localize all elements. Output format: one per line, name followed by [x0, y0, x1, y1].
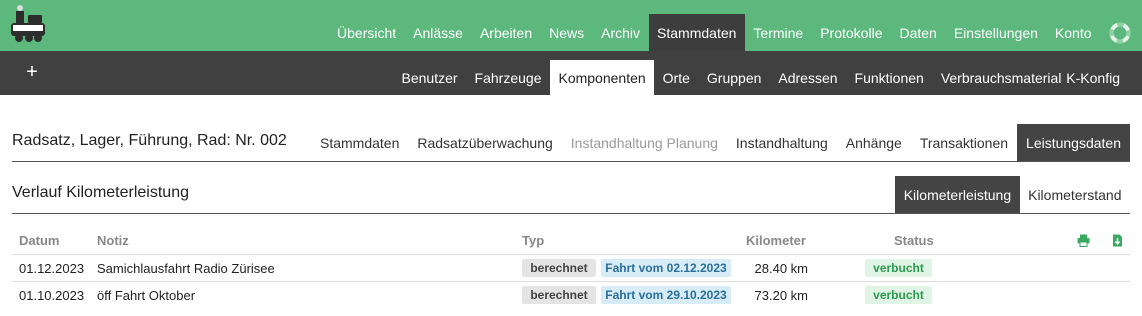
status-badge: verbucht — [865, 259, 932, 277]
plus-icon[interactable]: + — [24, 61, 40, 84]
nav-item-archiv[interactable]: Archiv — [593, 14, 649, 51]
type-badge: berechnet — [522, 259, 596, 277]
table-row[interactable]: 01.12.2023 Samichlausfahrt Radio Zürisee b… — [12, 254, 1130, 282]
nav-item-einstellungen[interactable]: Einstellungen — [945, 14, 1046, 51]
subnav-item-komponenten[interactable]: Komponenten — [549, 60, 655, 95]
table-header: Datum Notiz Typ Kilometer Status — [12, 226, 1130, 254]
download-icon[interactable] — [1111, 234, 1124, 247]
subnav-item-adressen[interactable]: Adressen — [770, 60, 846, 95]
nav-item-protokolle[interactable]: Protokolle — [812, 14, 891, 51]
trip-link[interactable]: Fahrt vom 02.12.2023 — [601, 259, 731, 277]
record-tabs: Stammdaten Radsatzüberwachung Instandhaltu… — [311, 124, 1130, 161]
k-konfig-link[interactable]: K-Konfig — [1066, 60, 1120, 95]
table-row[interactable]: 01.10.2023 öff Fahrt Oktober berechnet Fahr… — [12, 281, 1130, 309]
nav-item-news[interactable]: News — [541, 14, 593, 51]
subnav-item-benutzer[interactable]: Benutzer — [393, 60, 466, 95]
print-icon[interactable] — [1077, 234, 1090, 247]
tab-leistungsdaten[interactable]: Leistungsdaten — [1017, 124, 1130, 161]
subnav-item-funktionen[interactable]: Funktionen — [846, 60, 932, 95]
nav-item-anlaesse[interactable]: Anlässe — [405, 14, 472, 51]
column-header-datum[interactable]: Datum — [19, 233, 59, 248]
tab-stammdaten[interactable]: Stammdaten — [311, 124, 408, 161]
nav-item-konto[interactable]: Konto — [1046, 14, 1100, 51]
nav-item-stammdaten[interactable]: Stammdaten — [648, 14, 745, 51]
tab-anhaenge[interactable]: Anhänge — [837, 124, 911, 161]
cell-datum: 01.12.2023 — [19, 261, 85, 276]
type-badge: berechnet — [522, 286, 596, 304]
column-header-kilometer[interactable]: Kilometer — [746, 233, 806, 248]
subnav-item-fahrzeuge[interactable]: Fahrzeuge — [466, 60, 550, 95]
cell-kilometer: 73.20 km — [754, 288, 808, 303]
sub-menu: Benutzer Fahrzeuge Komponenten Orte Gruppen A… — [393, 60, 1070, 95]
cell-datum: 01.10.2023 — [19, 288, 85, 303]
nav-item-termine[interactable]: Termine — [745, 14, 812, 51]
page-title: Radsatz, Lager, Führung, Rad: Nr. 002 — [12, 132, 287, 149]
tab-instandhaltung-planung[interactable]: Instandhaltung Planung — [562, 124, 727, 161]
sub-navigation-bar: + Benutzer Fahrzeuge Komponenten Orte Gruppe… — [0, 51, 1142, 95]
nav-item-uebersicht[interactable]: Übersicht — [329, 14, 405, 51]
divider — [12, 213, 1130, 214]
tab-transaktionen[interactable]: Transaktionen — [911, 124, 1017, 161]
nav-item-arbeiten[interactable]: Arbeiten — [471, 14, 540, 51]
column-header-notiz[interactable]: Notiz — [97, 233, 129, 248]
status-badge: verbucht — [865, 286, 932, 304]
divider — [12, 161, 1130, 162]
subnav-item-gruppen[interactable]: Gruppen — [698, 60, 769, 95]
tab-radsatzueberwachung[interactable]: Radsatzüberwachung — [408, 124, 561, 161]
main-menu: Übersicht Anlässe Arbeiten News Archiv Stammd… — [329, 14, 1142, 51]
section-title: Verlauf Kilometerleistung — [12, 184, 189, 201]
lifebuoy-icon[interactable] — [1109, 22, 1131, 44]
subnav-item-verbrauchsmaterial[interactable]: Verbrauchsmaterial — [932, 60, 1070, 95]
cell-notiz: öff Fahrt Oktober — [97, 288, 196, 303]
trip-link[interactable]: Fahrt vom 29.10.2023 — [601, 286, 731, 304]
column-header-status[interactable]: Status — [894, 233, 934, 248]
section-tabs: Kilometerleistung Kilometerstand — [895, 176, 1130, 213]
top-navigation-bar: Übersicht Anlässe Arbeiten News Archiv Stammd… — [0, 0, 1142, 51]
cell-kilometer: 28.40 km — [754, 261, 808, 276]
locomotive-logo-icon[interactable] — [10, 3, 46, 45]
nav-item-daten[interactable]: Daten — [891, 14, 945, 51]
column-header-typ[interactable]: Typ — [522, 233, 544, 248]
section-tab-kilometerleistung[interactable]: Kilometerleistung — [895, 176, 1020, 213]
section-tab-kilometerstand[interactable]: Kilometerstand — [1020, 176, 1130, 213]
tab-instandhaltung[interactable]: Instandhaltung — [727, 124, 837, 161]
subnav-item-orte[interactable]: Orte — [654, 60, 698, 95]
cell-notiz: Samichlausfahrt Radio Zürisee — [97, 261, 275, 276]
